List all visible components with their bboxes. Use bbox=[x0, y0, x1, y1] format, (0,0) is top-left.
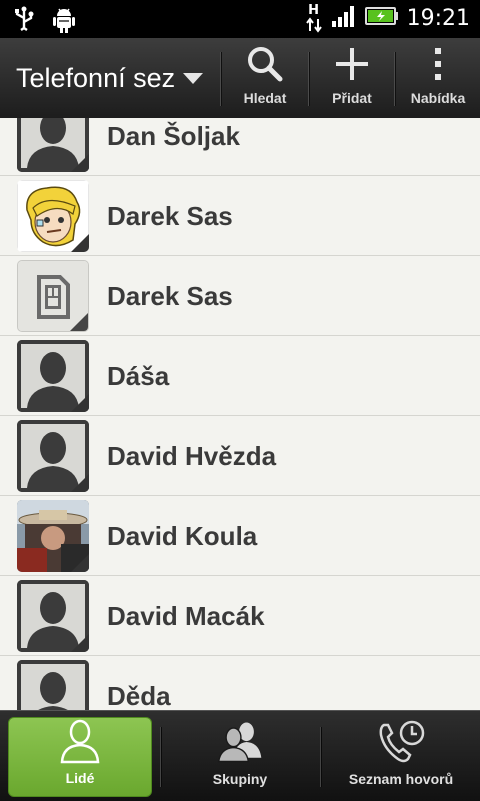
sim-card-icon bbox=[17, 260, 89, 332]
search-icon bbox=[245, 44, 285, 84]
contact-name: Děda bbox=[107, 681, 171, 710]
corner-marker bbox=[71, 234, 89, 252]
contact-row[interactable]: Darek Sas bbox=[0, 176, 480, 256]
divider bbox=[220, 52, 221, 106]
contact-photo bbox=[17, 180, 89, 252]
contact-row[interactable]: David Koula bbox=[0, 496, 480, 576]
divider bbox=[394, 52, 395, 106]
corner-marker bbox=[71, 474, 89, 492]
corner-marker bbox=[71, 394, 89, 412]
divider bbox=[308, 52, 309, 106]
contact-name: Dáša bbox=[107, 361, 170, 391]
menu-button[interactable]: Nabídka bbox=[396, 38, 480, 118]
contact-name: Darek Sas bbox=[107, 201, 233, 231]
menu-dots-icon bbox=[418, 44, 458, 84]
bottom-tab-bar: Lidé Skupiny Seznam hovorů bbox=[0, 710, 480, 801]
network-type-label: H bbox=[308, 2, 320, 18]
tab-people[interactable]: Lidé bbox=[8, 717, 152, 797]
groups-icon bbox=[215, 719, 265, 765]
battery-charging-icon bbox=[364, 6, 399, 31]
contact-name: Dan Šoljak bbox=[107, 121, 240, 151]
contact-name: David Koula bbox=[107, 521, 258, 551]
contact-row[interactable]: Dáša bbox=[0, 336, 480, 416]
contact-name: David Hvězda bbox=[107, 441, 277, 471]
tab-people-label: Lidé bbox=[65, 770, 95, 786]
tab-call-history-label: Seznam hovorů bbox=[348, 771, 454, 787]
contact-name: Darek Sas bbox=[107, 281, 233, 311]
usb-icon bbox=[12, 6, 36, 39]
menu-button-label: Nabídka bbox=[410, 90, 466, 106]
default-avatar-icon bbox=[17, 420, 89, 492]
tab-groups[interactable]: Skupiny bbox=[162, 717, 318, 797]
contact-row[interactable]: David Macák bbox=[0, 576, 480, 656]
default-avatar-icon bbox=[17, 580, 89, 652]
tab-groups-label: Skupiny bbox=[212, 771, 268, 787]
contact-row[interactable]: Děda bbox=[0, 656, 480, 710]
divider bbox=[320, 727, 321, 787]
add-contact-button[interactable]: Přidat bbox=[310, 38, 394, 118]
contact-photo bbox=[17, 500, 89, 572]
corner-marker bbox=[71, 554, 89, 572]
search-button-label: Hledat bbox=[243, 90, 287, 106]
action-bar: Telefonní sez Hledat Přidat Nabídka bbox=[0, 38, 480, 120]
default-avatar-icon bbox=[17, 340, 89, 412]
person-icon bbox=[55, 718, 105, 764]
plus-icon bbox=[332, 44, 372, 84]
contact-row[interactable]: Darek Sas bbox=[0, 256, 480, 336]
tab-call-history[interactable]: Seznam hovorů bbox=[322, 717, 480, 797]
corner-marker bbox=[71, 634, 89, 652]
corner-marker bbox=[70, 313, 88, 331]
contact-row[interactable]: Dan Šoljak bbox=[0, 118, 480, 176]
signal-icon bbox=[331, 4, 357, 33]
corner-marker bbox=[71, 154, 89, 172]
contact-list[interactable]: Dan Šoljak Darek Sas Darek Sas Dáša Davi… bbox=[0, 118, 480, 710]
clock: 19:21 bbox=[406, 6, 470, 31]
default-avatar-icon bbox=[17, 118, 89, 172]
add-button-label: Přidat bbox=[332, 90, 372, 106]
contact-row[interactable]: David Hvězda bbox=[0, 416, 480, 496]
data-arrows-icon: H bbox=[305, 2, 323, 33]
action-bar-title: Telefonní sez bbox=[16, 63, 174, 93]
default-avatar-icon bbox=[17, 660, 89, 710]
chevron-down-icon bbox=[183, 73, 203, 84]
divider bbox=[160, 727, 161, 787]
call-history-icon bbox=[376, 719, 426, 765]
android-debug-icon bbox=[52, 6, 76, 39]
search-button[interactable]: Hledat bbox=[222, 38, 308, 118]
contact-name: David Macák bbox=[107, 601, 265, 631]
status-bar: H 19:21 bbox=[0, 0, 480, 38]
